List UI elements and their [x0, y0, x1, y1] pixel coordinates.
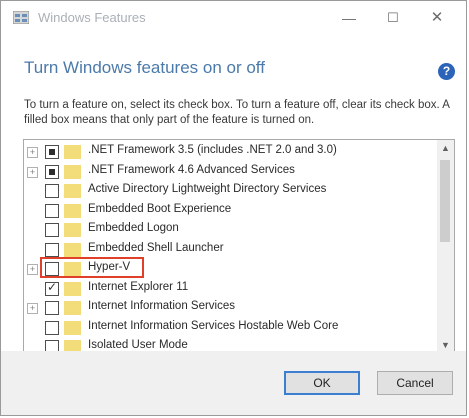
feature-label: Isolated User Mode — [88, 339, 188, 351]
feature-checkbox[interactable] — [45, 184, 59, 198]
feature-label: Embedded Boot Experience — [88, 202, 232, 215]
page-title: Turn Windows features on or off — [24, 58, 265, 77]
feature-label: Internet Explorer 11 — [88, 280, 189, 293]
folder-icon — [64, 145, 81, 159]
feature-row[interactable]: + .NET Framework 3.5 (includes .NET 2.0 a… — [24, 142, 437, 162]
feature-row[interactable]: Embedded Boot Experience — [24, 201, 437, 221]
feature-row[interactable]: Internet Explorer 11 — [24, 279, 437, 299]
minimize-button[interactable]: — — [328, 3, 370, 33]
folder-icon — [64, 242, 81, 257]
feature-label: Embedded Shell Launcher — [88, 241, 224, 254]
title-bar[interactable]: Windows Features — ☐ ✕ — [1, 1, 466, 35]
feature-label: .NET Framework 3.5 (includes .NET 2.0 an… — [88, 144, 337, 156]
feature-row[interactable]: Embedded Logon — [24, 220, 437, 240]
folder-icon — [64, 301, 81, 315]
window-title: Windows Features — [38, 10, 146, 25]
feature-checkbox[interactable] — [45, 145, 59, 159]
features-tree[interactable]: + .NET Framework 3.5 (includes .NET 2.0 a… — [23, 139, 455, 355]
folder-icon — [64, 281, 81, 296]
ok-button[interactable]: OK — [284, 371, 360, 395]
expand-icon[interactable]: + — [27, 303, 38, 314]
feature-checkbox[interactable] — [45, 164, 59, 179]
folder-icon — [64, 223, 81, 237]
help-icon[interactable]: ? — [438, 63, 455, 80]
dialog-content: Turn Windows features on or off ? To tur… — [1, 35, 466, 415]
features-list: + .NET Framework 3.5 (includes .NET 2.0 a… — [24, 142, 437, 354]
folder-icon — [64, 320, 81, 335]
scroll-up-icon[interactable]: ▲ — [437, 140, 454, 157]
maximize-button[interactable]: ☐ — [372, 3, 414, 33]
feature-row[interactable]: + Hyper-V — [24, 257, 437, 279]
highlight-box — [40, 257, 144, 278]
expand-icon[interactable]: + — [27, 166, 38, 178]
feature-row[interactable]: Active Directory Lightweight Directory S… — [24, 181, 437, 201]
windows-features-dialog: Windows Features — ☐ ✕ Turn Windows feat… — [0, 0, 467, 416]
expand-icon[interactable]: + — [27, 147, 38, 158]
feature-checkbox[interactable] — [45, 320, 59, 335]
feature-label: Active Directory Lightweight Directory S… — [88, 183, 327, 195]
feature-label: Internet Information Services — [88, 300, 236, 312]
feature-row[interactable]: + .NET Framework 4.6 Advanced Services — [24, 162, 437, 182]
feature-checkbox[interactable] — [45, 203, 59, 218]
vertical-scrollbar[interactable]: ▲ ▼ — [437, 140, 454, 354]
folder-icon — [64, 203, 81, 218]
feature-checkbox[interactable] — [45, 242, 59, 257]
close-button[interactable]: ✕ — [416, 3, 458, 33]
expand-icon[interactable]: + — [27, 264, 38, 275]
feature-label: .NET Framework 4.6 Advanced Services — [88, 163, 295, 176]
folder-icon — [64, 164, 81, 179]
feature-checkbox[interactable] — [45, 223, 59, 237]
scroll-thumb[interactable] — [440, 160, 450, 242]
feature-label: Embedded Logon — [88, 222, 179, 234]
feature-label: Internet Information Services Hostable W… — [88, 319, 339, 332]
dialog-footer: OK Cancel — [1, 351, 466, 415]
folder-icon — [64, 184, 81, 198]
cancel-button[interactable]: Cancel — [377, 371, 453, 395]
feature-checkbox[interactable] — [45, 301, 59, 315]
feature-row[interactable]: + Internet Information Services — [24, 298, 437, 318]
instructions-text: To turn a feature on, select its check b… — [24, 99, 450, 126]
windows-features-icon — [13, 11, 29, 24]
feature-row[interactable]: Internet Information Services Hostable W… — [24, 318, 437, 338]
feature-checkbox[interactable] — [45, 280, 59, 296]
